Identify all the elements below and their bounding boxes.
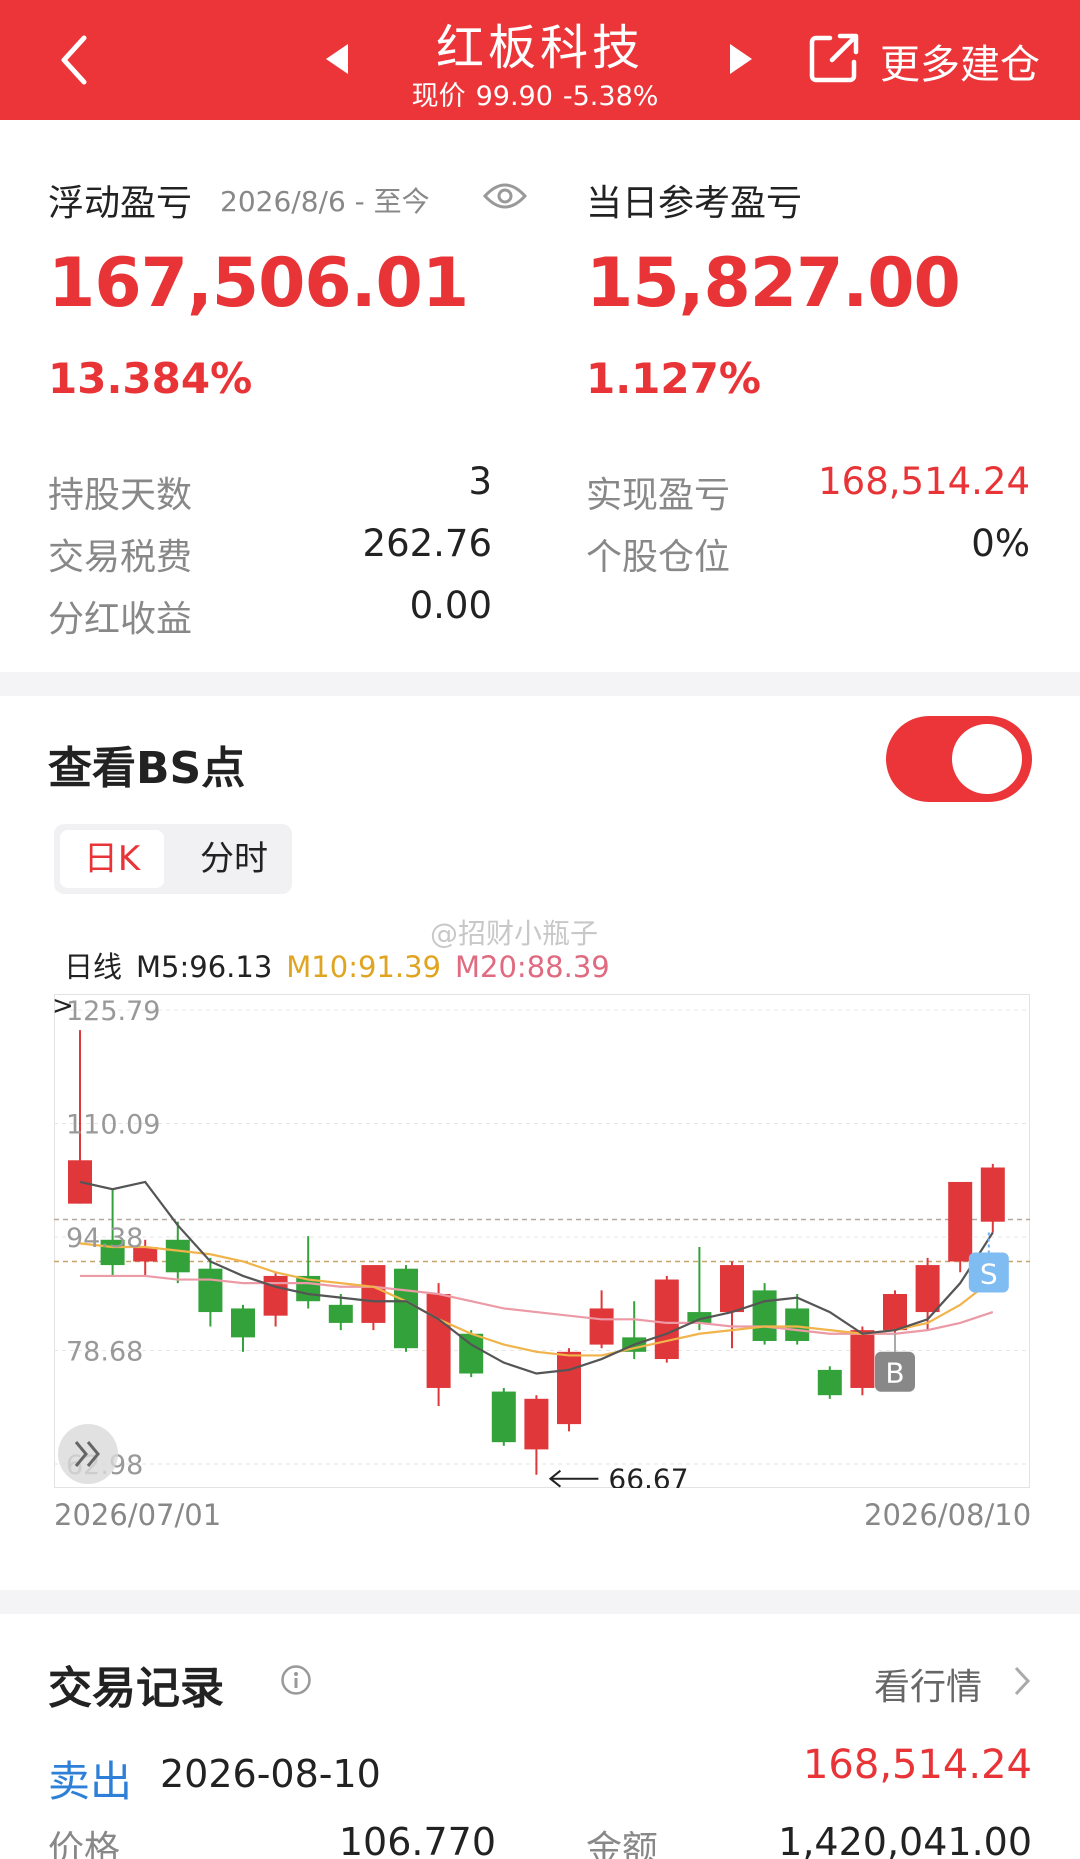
trade-date: 2026-08-10 [160,1752,381,1796]
position-label: 个股仓位 [586,537,731,578]
price-change: -5.38% [562,81,659,112]
candle-body [459,1333,484,1374]
chevron-right-icon[interactable] [1012,1664,1032,1698]
daily-pnl-label: 当日参考盈亏 [586,183,803,224]
trade-price-label: 价格 [48,1829,121,1859]
next-stock-icon[interactable] [726,42,756,76]
candle-body [785,1308,810,1341]
candle-body [817,1369,842,1396]
y-tick-label: 78.68 [66,1337,143,1368]
info-icon[interactable] [280,1664,312,1696]
floating-period: 2026/8/6 - 至今 [220,185,430,218]
candle-body [948,1181,973,1262]
tab-intraday[interactable]: 分时 [182,830,286,888]
min-price-label: 66.67 [608,1463,688,1488]
candle-body [328,1304,353,1323]
dividend-label: 分红收益 [48,599,193,640]
trade-price: 106.770 [338,1820,496,1859]
ma20-value: M20:88.39 [455,950,610,984]
dividend-value: 0.00 [409,584,492,627]
trade-total: 1,420,041.00 [778,1820,1032,1859]
chart-start-date: 2026/07/01 [54,1498,222,1532]
candle-body [883,1293,907,1331]
chart-end-date: 2026/08/10 [864,1498,1032,1532]
trade-type: 卖出 [48,1757,133,1806]
candle-body [524,1398,549,1450]
candle-body [850,1330,875,1388]
bs-toggle[interactable] [886,716,1032,802]
candlestick-chart[interactable]: 125.79110.0994.3878.6862.98>66.67BS [54,994,1030,1488]
candle-body [361,1265,386,1323]
candle-body [198,1268,223,1313]
y-tick-label: 125.79 [66,996,160,1027]
realized-pnl-label: 实现盈亏 [586,475,731,516]
external-open-icon[interactable] [806,30,862,86]
previous-stock-icon[interactable] [322,42,352,76]
candle-body [426,1293,451,1388]
trade-record-title: 交易记录 [48,1663,224,1714]
daily-pnl-percent: 1.127% [586,354,761,403]
current-price-line: 现价 99.90 -5.38% [360,74,720,113]
max-arrow-label: > [54,994,74,1021]
bs-section-title: 查看BS点 [48,743,246,794]
floating-pnl-label: 浮动盈亏 [48,183,193,224]
y-tick-label: 94.38 [66,1223,143,1254]
ma-label: 日线 [64,950,123,984]
candle-body [654,1279,679,1360]
toggle-knob [952,724,1022,794]
candle-body [915,1265,940,1313]
chart-period-tabs: 日K 分时 [54,824,292,894]
candle-body [231,1308,255,1338]
eye-icon[interactable] [482,178,528,214]
view-market-link[interactable]: 看行情 [874,1658,982,1710]
tab-daily-k[interactable]: 日K [60,830,164,888]
trade-pnl: 168,514.24 [802,1742,1032,1788]
candle-body [589,1308,614,1345]
expand-button [58,1424,118,1484]
tax-label: 交易税费 [48,537,193,578]
candle-body [165,1239,190,1273]
top-bar: 红板科技 现价 99.90 -5.38% 更多建仓 [0,0,1080,120]
candle-body [491,1391,516,1443]
candle-body [980,1167,1005,1222]
stock-name: 红板科技 [435,20,644,76]
current-price: 99.90 [475,81,553,112]
y-tick-label: 110.09 [66,1109,160,1140]
daily-pnl-value: 15,827.00 [586,244,961,323]
candle-body [263,1275,288,1316]
ma10-value: M10:91.39 [286,950,441,984]
candle-body [557,1351,581,1425]
back-arrow-icon[interactable] [50,30,100,90]
sell-marker-label: S [980,1258,998,1291]
hold-days-value: 3 [468,460,492,503]
ma5-value: M5:96.13 [136,950,273,984]
floating-pnl-value: 167,506.01 [48,244,469,323]
more-position-button[interactable]: 更多建仓 [880,32,1040,90]
section-divider [0,1590,1080,1614]
price-label: 现价 [411,81,466,112]
tax-value: 262.76 [362,522,492,565]
section-divider [0,672,1080,696]
candle-body [68,1160,92,1204]
buy-marker-label: B [885,1357,904,1390]
candle-body [720,1265,744,1313]
trade-total-label: 金额 [586,1829,659,1859]
floating-pnl-percent: 13.384% [48,354,253,403]
realized-pnl-value: 168,514.24 [818,460,1030,503]
position-value: 0% [971,522,1030,565]
candle-body [394,1268,418,1349]
moving-average-legend: 日线 M5:96.13 M10:91.39 M20:88.39 [64,944,624,986]
candle-body [752,1290,777,1341]
hold-days-label: 持股天数 [48,475,193,516]
